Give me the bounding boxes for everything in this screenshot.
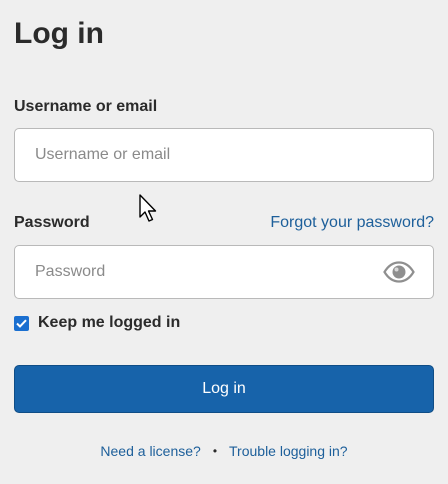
remember-me-label: Keep me logged in bbox=[38, 314, 181, 331]
remember-me-checkbox[interactable] bbox=[14, 315, 29, 331]
eye-icon bbox=[383, 261, 415, 283]
checkmark-icon bbox=[16, 319, 27, 328]
username-input[interactable] bbox=[14, 128, 434, 182]
remember-me-row[interactable]: Keep me logged in bbox=[14, 313, 180, 333]
footer-separator: • bbox=[212, 444, 218, 458]
username-label: Username or email bbox=[14, 98, 158, 115]
need-license-link[interactable]: Need a license? bbox=[100, 442, 200, 460]
password-label: Password bbox=[14, 214, 90, 231]
password-input[interactable] bbox=[14, 245, 434, 299]
footer-links: Need a license? • Trouble logging in? bbox=[0, 442, 448, 460]
page-title: Log in bbox=[14, 17, 104, 50]
show-password-toggle[interactable] bbox=[382, 257, 416, 287]
forgot-password-link[interactable]: Forgot your password? bbox=[270, 213, 434, 233]
login-button[interactable]: Log in bbox=[14, 365, 434, 413]
trouble-logging-in-link[interactable]: Trouble logging in? bbox=[229, 442, 348, 460]
mouse-cursor-icon bbox=[139, 194, 157, 222]
